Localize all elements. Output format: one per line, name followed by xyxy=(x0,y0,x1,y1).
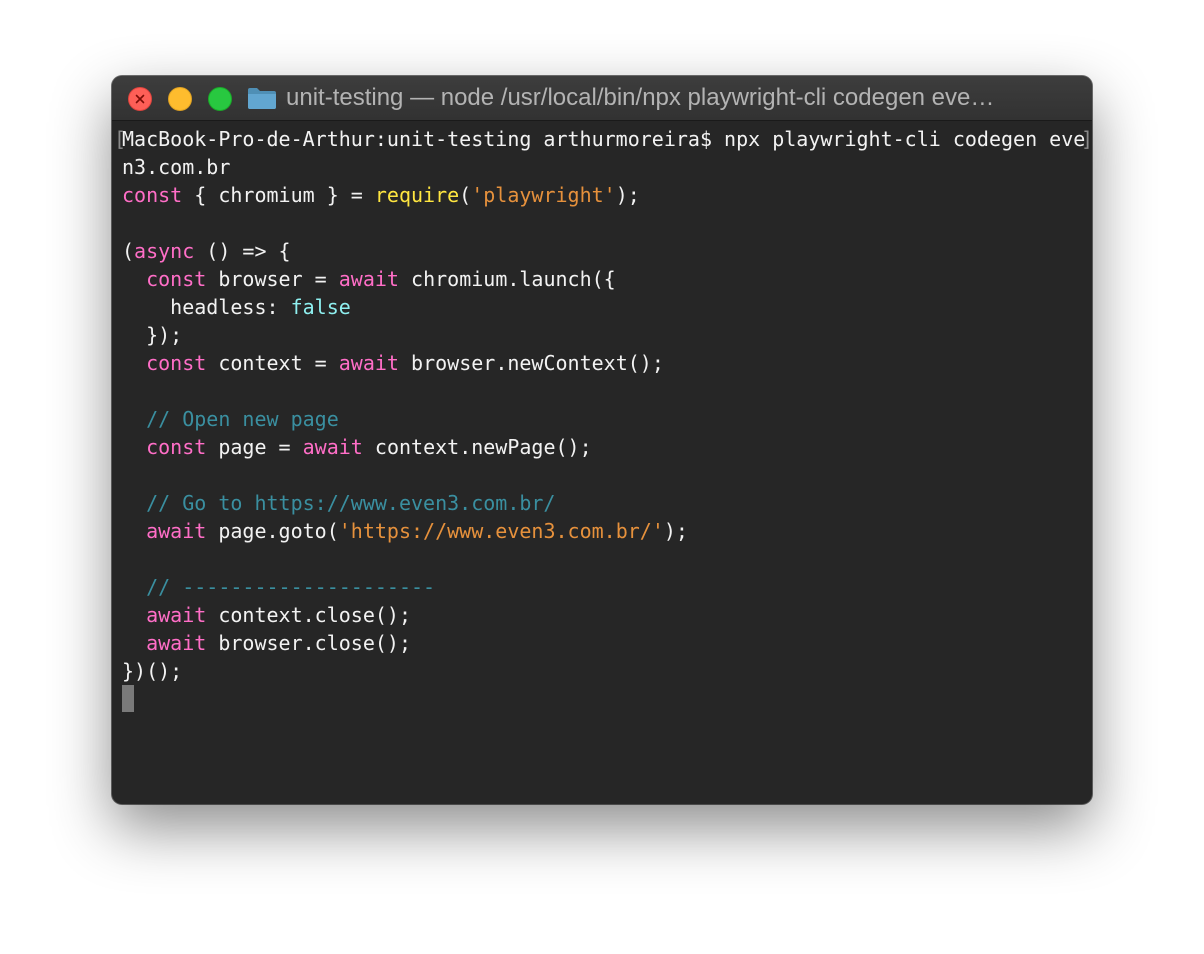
code-string: 'https://www.even3.com.br/' xyxy=(338,519,664,543)
code-text: page.goto( xyxy=(206,519,339,543)
prompt-line-wrap: n3.com.br xyxy=(122,155,231,179)
minimize-button[interactable] xyxy=(168,87,192,111)
close-icon xyxy=(135,94,145,104)
terminal-content[interactable]: [ ] MacBook-Pro-de-Arthur:unit-testing a… xyxy=(112,121,1092,804)
code-line-18: })(); xyxy=(122,659,183,683)
code-text: () => { xyxy=(194,239,291,263)
code-text: { chromium } = xyxy=(182,183,375,207)
code-keyword: await xyxy=(146,631,207,655)
code-comment-goto: // Go to https://www.even3.com.br/ xyxy=(122,491,556,515)
code-text: context.close(); xyxy=(206,603,412,627)
code-keyword: async xyxy=(134,239,195,263)
code-keyword: const xyxy=(146,351,207,375)
code-line-5: headless: false xyxy=(122,293,351,321)
code-keyword: await xyxy=(338,351,399,375)
code-text: page = xyxy=(206,435,303,459)
code-keyword: const xyxy=(122,183,183,207)
code-line-17: await browser.close(); xyxy=(122,629,411,657)
code-keyword: const xyxy=(146,267,207,291)
prompt-line: MacBook-Pro-de-Arthur:unit-testing arthu… xyxy=(122,127,1086,151)
code-keyword: await xyxy=(146,519,207,543)
code-line-13: await page.goto('https://www.even3.com.b… xyxy=(122,517,688,545)
title-bar[interactable]: unit-testing — node /usr/local/bin/npx p… xyxy=(112,76,1092,121)
folder-icon xyxy=(248,88,276,109)
code-line-10: const page = await context.newPage(); xyxy=(122,433,592,461)
code-keyword: const xyxy=(146,435,207,459)
zoom-button[interactable] xyxy=(208,87,232,111)
code-text: browser = xyxy=(206,267,339,291)
code-text: browser.close(); xyxy=(206,631,412,655)
code-text: }); xyxy=(122,323,183,347)
code-keyword: await xyxy=(302,435,363,459)
code-line-4: const browser = await chromium.launch({ xyxy=(122,265,616,293)
code-text: ); xyxy=(615,183,640,207)
code-boolean: false xyxy=(290,295,351,319)
code-text: ); xyxy=(663,519,688,543)
code-text: ( xyxy=(122,239,135,263)
code-text: context = xyxy=(206,351,339,375)
code-text: browser.newContext(); xyxy=(398,351,664,375)
code-comment-open-page: // Open new page xyxy=(122,407,339,431)
code-text: chromium.launch({ xyxy=(398,267,616,291)
code-line-3: (async () => { xyxy=(122,237,291,265)
code-keyword: await xyxy=(338,267,399,291)
text-cursor xyxy=(122,685,134,712)
code-text: headless: xyxy=(122,295,291,319)
code-line-1: const { chromium } = require('playwright… xyxy=(122,181,640,209)
code-keyword: await xyxy=(146,603,207,627)
code-text: context.newPage(); xyxy=(362,435,592,459)
terminal-window: unit-testing — node /usr/local/bin/npx p… xyxy=(112,76,1092,804)
code-line-7: const context = await browser.newContext… xyxy=(122,349,664,377)
code-function: require xyxy=(374,183,460,207)
close-button[interactable] xyxy=(128,87,152,111)
code-line-16: await context.close(); xyxy=(122,601,411,629)
window-title: unit-testing — node /usr/local/bin/npx p… xyxy=(286,84,995,111)
code-line-6: }); xyxy=(122,321,182,349)
code-text: ( xyxy=(459,183,472,207)
code-string: 'playwright' xyxy=(471,183,616,207)
code-comment-separator: // --------------------- xyxy=(122,575,436,599)
